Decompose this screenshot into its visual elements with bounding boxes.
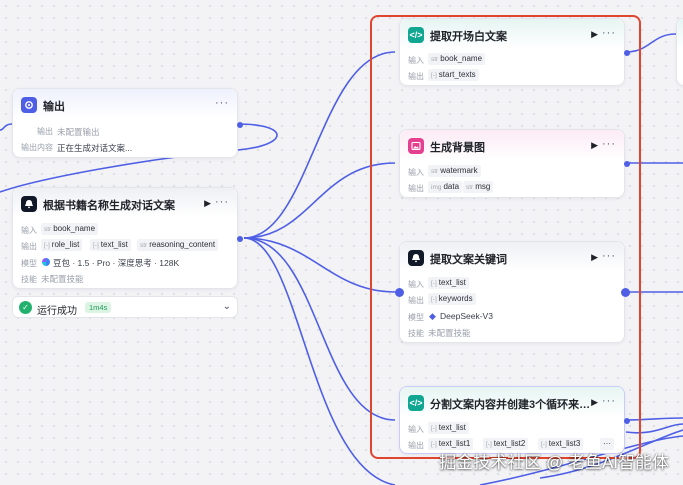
output-label: 输出 [21, 242, 37, 251]
skill-value: 未配置技能 [41, 274, 84, 284]
output-chip: str msg [463, 181, 494, 193]
output-content-value: 正在生成对话文案... [57, 143, 133, 153]
status-text: 运行成功 [37, 306, 77, 317]
dialogue-node[interactable]: 根据书籍名称生成对话文案 ▶ ··· 输入 str book_name 输出 [-… [12, 187, 243, 289]
split-text-node[interactable]: </> 分割文案内容并创建3个循环来… ▶ ··· 输入 [-] text_lis… [399, 386, 630, 454]
skill-value: 未配置技能 [428, 328, 471, 338]
output-label: 输出 [37, 127, 53, 136]
run-status-bar[interactable]: ✓ 运行成功 1m4s ⌄ [12, 296, 238, 318]
output-node-icon [21, 97, 37, 113]
more-icon[interactable]: ··· [602, 250, 616, 262]
run-node-icon[interactable]: ▶ [204, 198, 211, 209]
input-chip: str watermark [428, 165, 481, 177]
duration-badge: 1m4s [85, 302, 112, 313]
output-port[interactable] [624, 161, 630, 167]
output-label: 输出 [408, 441, 424, 450]
input-chip: [-] text_list [428, 422, 469, 434]
skill-label: 技能 [408, 329, 424, 338]
output-chip: [-] start_texts [428, 69, 479, 81]
run-node-icon[interactable]: ▶ [591, 397, 598, 408]
output-port[interactable] [237, 122, 243, 128]
model-label: 模型 [408, 313, 424, 322]
model-label: 模型 [21, 259, 37, 268]
doubao-icon [42, 258, 50, 266]
input-label: 输入 [408, 425, 424, 434]
background-image-node[interactable]: 生成背景图 ▶ ··· 输入 str watermark 输出 img data s… [399, 129, 630, 198]
run-node-icon[interactable]: ▶ [591, 29, 598, 40]
more-icon[interactable]: ··· [215, 97, 229, 109]
code-node-icon: </> [408, 395, 424, 411]
input-chip: str book_name [41, 223, 99, 235]
deepseek-icon: ◆ [429, 311, 436, 321]
extract-opening-node[interactable]: </> 提取开场白文案 ▶ ··· 输入 str book_name 输出 [-]… [399, 18, 630, 86]
llm-node-icon [21, 196, 37, 212]
output-port[interactable] [624, 418, 630, 424]
more-icon[interactable]: ··· [602, 395, 616, 407]
more-icon[interactable]: ··· [602, 138, 616, 150]
code-node-icon: </> [408, 27, 424, 43]
llm-node-icon [408, 250, 424, 266]
model-value: DeepSeek-V3 [440, 311, 493, 321]
output-content-label: 输出内容 [21, 143, 53, 152]
node-title: 提取文案关键词 [430, 254, 507, 266]
output-chip: [-] role_list [41, 239, 83, 251]
input-label: 输入 [408, 56, 424, 65]
input-chip: str book_name [428, 53, 486, 65]
input-chip: [-] text_list [428, 277, 469, 289]
chevron-down-icon[interactable]: ⌄ [223, 301, 231, 312]
node-title: 生成背景图 [430, 142, 485, 154]
node-title: 提取开场白文案 [430, 31, 507, 43]
skill-label: 技能 [21, 275, 37, 284]
watermark: 掘金技术社区 @ 老鱼AI智能体 [439, 453, 669, 472]
output-node[interactable]: 输出 ··· 输出 未配置输出 输出内容 正在生成对话文案... [12, 88, 243, 158]
output-port[interactable] [237, 236, 243, 242]
output-chip: img data [428, 181, 463, 193]
image-node-icon [408, 138, 424, 154]
success-check-icon: ✓ [19, 301, 32, 314]
output-chip: str reasoning_content [137, 239, 219, 251]
input-label: 输入 [408, 168, 424, 177]
node-title: 输出 [43, 101, 65, 113]
output-port[interactable] [624, 50, 630, 56]
input-port[interactable] [395, 288, 404, 297]
edge-left-in [0, 123, 13, 131]
model-value: 豆包 · 1.5 · Pro · 深度思考 · 128K [53, 258, 180, 268]
output-chip: [-] keywords [428, 293, 476, 305]
input-label: 输入 [408, 280, 424, 289]
more-icon[interactable]: ··· [602, 27, 616, 39]
output-port[interactable] [621, 288, 630, 297]
offscreen-node[interactable] [676, 18, 683, 86]
run-node-icon[interactable]: ▶ [591, 252, 598, 263]
run-node-icon[interactable]: ▶ [591, 140, 598, 151]
node-title: 根据书籍名称生成对话文案 [43, 200, 175, 212]
output-chip: [-] text_list [90, 239, 131, 251]
node-title: 分割文案内容并创建3个循环来… [430, 399, 591, 411]
output-label: 输出 [408, 296, 424, 305]
output-value: 未配置输出 [57, 127, 100, 137]
output-label: 输出 [408, 72, 424, 81]
input-label: 输入 [21, 226, 37, 235]
output-label: 输出 [408, 184, 424, 193]
extract-keywords-node[interactable]: 提取文案关键词 ▶ ··· 输入 [-] text_list 输出 [-] keyw… [395, 241, 630, 343]
more-icon[interactable]: ··· [215, 196, 229, 208]
